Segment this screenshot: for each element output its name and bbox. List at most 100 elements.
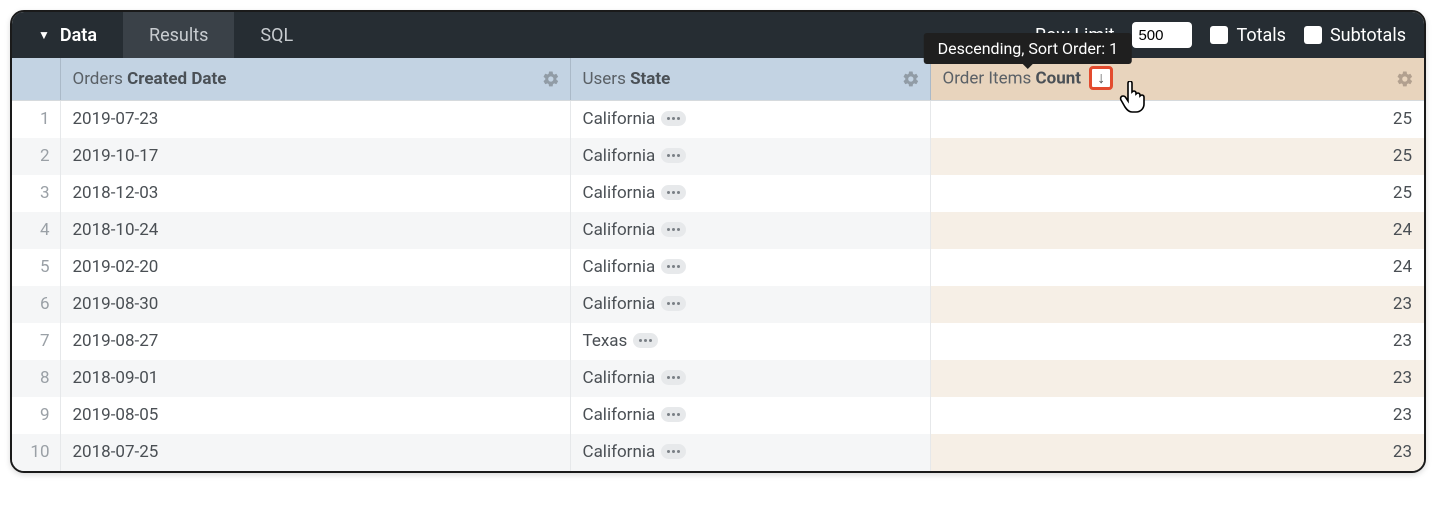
column-header-bold: Created Date	[127, 69, 226, 89]
tab-results-label: Results	[149, 25, 208, 46]
cell-users-state[interactable]: California	[570, 249, 930, 286]
cell-users-state[interactable]: California	[570, 138, 930, 175]
tab-data-label: Data	[60, 25, 97, 46]
cell-orders-created-date[interactable]: 2019-08-05	[60, 397, 570, 434]
cell-state-value: California	[583, 405, 656, 425]
tab-sql[interactable]: SQL	[234, 12, 319, 58]
cell-users-state[interactable]: California	[570, 101, 930, 138]
totals-checkbox[interactable]: Totals	[1210, 25, 1285, 46]
checkbox-icon	[1304, 26, 1322, 44]
cell-order-items-count[interactable]: 24	[930, 212, 1424, 249]
tab-sql-label: SQL	[260, 25, 293, 46]
row-number: 1	[12, 101, 60, 138]
cell-order-items-count[interactable]: 23	[930, 360, 1424, 397]
top-tab-bar: ▼ Data Results SQL Row Limit Totals Subt…	[12, 12, 1424, 58]
cell-users-state[interactable]: California	[570, 286, 930, 323]
row-number: 6	[12, 286, 60, 323]
results-table: Orders Created Date Users State Ord	[12, 58, 1424, 471]
table-row: 82018-09-01California23	[12, 360, 1424, 397]
cell-state-value: Texas	[583, 331, 628, 351]
row-number: 4	[12, 212, 60, 249]
ellipsis-icon[interactable]	[661, 296, 686, 311]
cell-users-state[interactable]: California	[570, 212, 930, 249]
tab-data[interactable]: ▼ Data	[12, 12, 123, 58]
arrow-down-icon: ↓	[1097, 70, 1105, 86]
tab-results[interactable]: Results	[123, 12, 234, 58]
ellipsis-icon[interactable]	[633, 333, 658, 348]
explore-window: ▼ Data Results SQL Row Limit Totals Subt…	[10, 10, 1426, 473]
table-row: 72019-08-27 Texas 23	[12, 323, 1424, 360]
table-row: 22019-10-17 California 25	[12, 138, 1424, 175]
cell-order-items-count[interactable]: 25	[930, 101, 1424, 138]
cell-orders-created-date[interactable]: 2018-09-01	[60, 360, 570, 397]
cell-orders-created-date[interactable]: 2019-10-17	[60, 138, 570, 175]
table-row: 92019-08-05 California 23	[12, 397, 1424, 434]
cell-state-value: California	[583, 442, 656, 462]
cell-order-items-count[interactable]: 23	[930, 397, 1424, 434]
table-row: 52019-02-20 California 24	[12, 249, 1424, 286]
ellipsis-icon[interactable]	[661, 222, 686, 237]
gear-icon[interactable]	[902, 70, 920, 88]
cell-orders-created-date[interactable]: 2019-07-23	[60, 101, 570, 138]
row-number: 5	[12, 249, 60, 286]
column-header-users-state[interactable]: Users State	[570, 58, 930, 101]
ellipsis-icon[interactable]	[661, 111, 686, 126]
ellipsis-icon[interactable]	[661, 185, 686, 200]
cell-users-state[interactable]: Texas	[570, 323, 930, 360]
table-row: 102018-07-25 California 23	[12, 434, 1424, 471]
cell-order-items-count[interactable]: 23	[930, 434, 1424, 471]
cell-state-value: California	[583, 183, 656, 203]
cell-state-value: California	[583, 109, 656, 129]
row-number: 2	[12, 138, 60, 175]
cell-order-items-count[interactable]: 24	[930, 249, 1424, 286]
table-row: 12019-07-23 California 25	[12, 101, 1424, 138]
cell-users-state[interactable]: California	[570, 397, 930, 434]
cell-state-value: California	[583, 368, 656, 388]
table-row: 42018-10-24 California 24	[12, 212, 1424, 249]
row-limit-input[interactable]	[1132, 22, 1192, 48]
gear-icon[interactable]	[1396, 70, 1414, 88]
cell-order-items-count[interactable]: 25	[930, 175, 1424, 212]
results-table-wrap: Orders Created Date Users State Ord	[12, 58, 1424, 471]
column-header-orders-created-date[interactable]: Orders Created Date	[60, 58, 570, 101]
cell-orders-created-date[interactable]: 2018-07-25	[60, 434, 570, 471]
cell-orders-created-date[interactable]: 2018-12-03	[60, 175, 570, 212]
cell-order-items-count[interactable]: 23	[930, 286, 1424, 323]
cell-state-value: California	[583, 146, 656, 166]
cell-order-items-count[interactable]: 23	[930, 323, 1424, 360]
cell-users-state[interactable]: California	[570, 175, 930, 212]
column-header-order-items-count[interactable]: Order Items Count ↓ Descending, Sort Ord…	[930, 58, 1424, 101]
row-number: 3	[12, 175, 60, 212]
cell-orders-created-date[interactable]: 2019-08-30	[60, 286, 570, 323]
row-number: 10	[12, 434, 60, 471]
totals-label: Totals	[1236, 25, 1285, 46]
cell-users-state[interactable]: California	[570, 434, 930, 471]
cell-orders-created-date[interactable]: 2019-02-20	[60, 249, 570, 286]
sort-descending-button[interactable]: ↓	[1089, 66, 1113, 90]
column-header-prefix: Orders	[73, 69, 128, 89]
ellipsis-icon[interactable]	[661, 444, 686, 459]
cell-state-value: California	[583, 257, 656, 277]
ellipsis-icon[interactable]	[661, 370, 686, 385]
column-header-bold: State	[630, 69, 670, 89]
cell-order-items-count[interactable]: 25	[930, 138, 1424, 175]
checkbox-icon	[1210, 26, 1228, 44]
gear-icon[interactable]	[542, 70, 560, 88]
cell-users-state[interactable]: California	[570, 360, 930, 397]
ellipsis-icon[interactable]	[661, 148, 686, 163]
cell-state-value: California	[583, 294, 656, 314]
sort-tooltip: Descending, Sort Order: 1	[924, 33, 1132, 64]
column-header-prefix: Users	[583, 69, 631, 89]
cell-state-value: California	[583, 220, 656, 240]
subtotals-checkbox[interactable]: Subtotals	[1304, 25, 1406, 46]
table-row: 62019-08-30 California 23	[12, 286, 1424, 323]
subtotals-label: Subtotals	[1330, 25, 1406, 46]
row-number: 9	[12, 397, 60, 434]
row-number: 7	[12, 323, 60, 360]
ellipsis-icon[interactable]	[661, 407, 686, 422]
cell-orders-created-date[interactable]: 2018-10-24	[60, 212, 570, 249]
cell-orders-created-date[interactable]: 2019-08-27	[60, 323, 570, 360]
ellipsis-icon[interactable]	[661, 259, 686, 274]
table-row: 32018-12-03 California 25	[12, 175, 1424, 212]
column-header-prefix: Order Items	[943, 68, 1036, 88]
